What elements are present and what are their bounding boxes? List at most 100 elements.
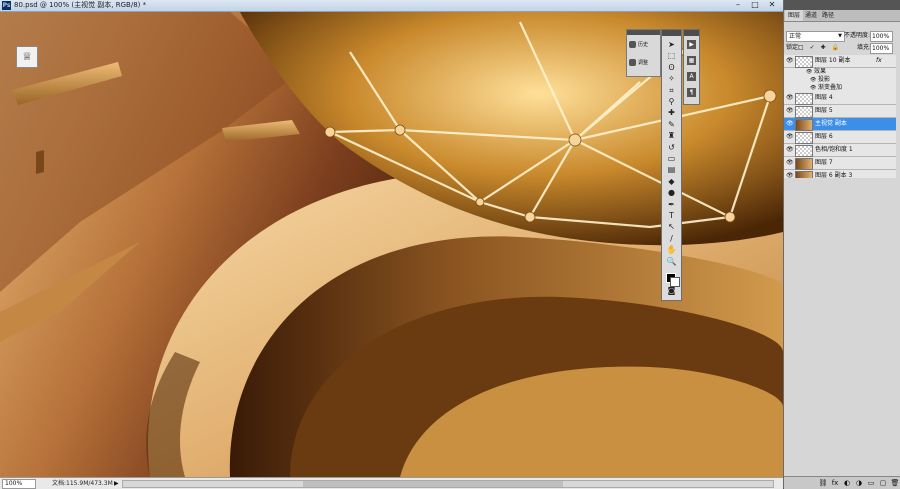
fill-label: 填充: — [857, 44, 872, 51]
pen-tool-icon[interactable]: ✒ — [666, 200, 677, 209]
scrollbar-thumb[interactable] — [303, 481, 563, 487]
opacity-field[interactable]: 100% — [870, 31, 893, 42]
brush-tool-icon[interactable]: ✎ — [666, 120, 677, 129]
layers-bottom-button[interactable]: ▭ — [866, 477, 876, 489]
move-tool-icon[interactable]: ➤ — [666, 40, 677, 49]
layers-bottom-button[interactable]: ▢ — [878, 477, 888, 489]
lock-options[interactable]: □ ✓ ✚ 🔒 — [798, 44, 841, 52]
tools-panel-header[interactable] — [662, 30, 681, 36]
layer-row[interactable]: 👁 图层 5 — [784, 105, 896, 118]
eye-icon[interactable]: 👁 — [786, 107, 794, 115]
layer-row[interactable]: 👁 色相/饱和度 1 — [784, 144, 896, 157]
photoshop-icon: Ps — [2, 1, 11, 10]
layer-thumbnail — [795, 56, 813, 68]
layers-bottom-button[interactable]: fx — [830, 477, 840, 489]
swatches-panel-icon[interactable]: ▦ — [687, 56, 696, 65]
mini-panel-header[interactable] — [627, 30, 660, 35]
eye-icon[interactable]: 👁 — [806, 68, 812, 76]
opacity-label: 不透明度: — [844, 32, 871, 39]
fx-icon[interactable]: fx — [876, 55, 882, 67]
layer-name: 图层 10 副本 — [815, 57, 851, 64]
history-icon — [629, 41, 636, 48]
layer-list-empty-area[interactable] — [784, 178, 900, 474]
eye-icon[interactable]: 👁 — [786, 159, 794, 167]
path-selection-tool-icon[interactable]: ↖ — [666, 222, 677, 231]
layer-row[interactable]: 👁 图层 7 — [784, 157, 896, 170]
maximize-button[interactable]: □ — [747, 1, 763, 10]
lasso-tool-icon[interactable]: ʘ — [666, 63, 677, 72]
gradient-tool-icon[interactable]: ▤ — [666, 165, 677, 174]
fill-field[interactable]: 100% — [870, 43, 893, 54]
crop-tool-icon[interactable]: ⌗ — [666, 86, 677, 95]
layer-thumbnail — [795, 93, 813, 105]
layer-name: 色相/饱和度 1 — [815, 146, 853, 153]
type-tool-icon[interactable]: T — [666, 211, 677, 220]
document-titlebar[interactable]: Ps 80.psd @ 100% (主视觉 副本, RGB/8) * – □ ✕ — [0, 0, 783, 12]
layer-row[interactable]: 👁 主视觉 副本 — [784, 118, 896, 131]
blend-mode-value: 正常 — [789, 33, 802, 40]
status-menu-arrow-icon[interactable]: ▶ — [114, 479, 119, 488]
layer-thumbnail — [795, 145, 813, 157]
tab-channels[interactable]: 通道 — [802, 10, 820, 21]
tab-paths[interactable]: 路径 — [819, 10, 837, 21]
dodge-tool-icon[interactable]: ● — [666, 188, 677, 197]
eyedropper-tool-icon[interactable]: ⚲ — [666, 97, 677, 106]
collapsed-panels-header[interactable] — [684, 30, 699, 36]
eye-icon[interactable]: 👁 — [810, 84, 816, 92]
layer-name: 图层 6 — [815, 133, 833, 140]
eye-icon[interactable]: 👁 — [786, 133, 794, 141]
effect-row[interactable]: 👁 渐变叠加 — [784, 84, 896, 92]
layers-tabs: 图层 通道 路径 — [784, 10, 900, 22]
paragraph-panel-icon[interactable]: ¶ — [687, 88, 696, 97]
adjustments-panel-button[interactable]: 调整 — [629, 58, 659, 68]
history-label: 历史 — [638, 42, 649, 48]
layer-name: 图层 5 — [815, 107, 833, 114]
character-panel-icon[interactable]: A — [687, 72, 696, 81]
clone-stamp-tool-icon[interactable]: ♜ — [666, 131, 677, 140]
horizontal-scrollbar[interactable] — [122, 480, 774, 488]
history-panel-button[interactable]: 历史 — [629, 40, 659, 50]
magic-wand-tool-icon[interactable]: ✧ — [666, 74, 677, 83]
history-brush-tool-icon[interactable]: ↺ — [666, 143, 677, 152]
blend-mode-select[interactable]: 正常 ▼ — [786, 31, 845, 42]
marquee-tool-icon[interactable]: ⬚ — [666, 51, 677, 60]
shape-tool-icon[interactable]: / — [666, 234, 677, 243]
blur-tool-icon[interactable]: ◆ — [666, 177, 677, 186]
layers-panel-header[interactable] — [784, 0, 900, 10]
eye-icon[interactable]: 👁 — [786, 94, 794, 102]
layers-bottom-toolbar: ⛓ fx ◐ ◑ ▭ ▢ 🗑 — [784, 476, 900, 489]
document-canvas[interactable]: ♕ 历史 调整 ➤ ⬚ ʘ ✧ ⌗ ⚲ ✚ ✎ ♜ ↺ ▭ ▤ ◆ ● ✒ T ↖ / ✋ 🔍 ◙ ▶ ▦ A ¶ — [0, 12, 783, 477]
layer-row[interactable]: 👁 图层 4 — [784, 92, 896, 105]
layer-row[interactable]: 👁 图层 6 — [784, 131, 896, 144]
eye-icon[interactable]: 👁 — [810, 76, 816, 84]
layer-list: 👁 图层 10 副本 fx 👁 效果 👁 投影 👁 渐变叠加 👁 图层 4 👁 图层 5 👁 主视觉 副本 👁… — [784, 55, 900, 183]
document-size: 文档:115.9M/473.3M — [52, 480, 113, 487]
layer-row[interactable]: 👁 图层 10 副本 fx — [784, 55, 896, 68]
layers-bottom-button[interactable]: ◑ — [854, 477, 864, 489]
eye-icon[interactable]: 👁 — [786, 120, 794, 128]
eye-icon[interactable]: 👁 — [786, 146, 794, 154]
layers-bottom-button[interactable]: 🗑 — [890, 477, 900, 489]
effects-row[interactable]: 👁 效果 — [784, 68, 896, 76]
tab-layers[interactable]: 图层 — [785, 10, 804, 21]
brush-preset-icon[interactable]: ♕ — [16, 46, 38, 68]
status-bar: 100% 文档:115.9M/473.3M ▶ — [0, 477, 783, 489]
tools-panel: ➤ ⬚ ʘ ✧ ⌗ ⚲ ✚ ✎ ♜ ↺ ▭ ▤ ◆ ● ✒ T ↖ / ✋ 🔍 ◙ — [661, 29, 682, 301]
quick-mask-icon[interactable]: ◙ — [666, 286, 677, 295]
layer-thumbnail — [795, 132, 813, 144]
adjust-icon — [629, 59, 636, 66]
minimize-button[interactable]: – — [730, 1, 746, 10]
close-button[interactable]: ✕ — [764, 1, 780, 10]
actions-panel-icon[interactable]: ▶ — [687, 40, 696, 49]
healing-brush-tool-icon[interactable]: ✚ — [666, 108, 677, 117]
eraser-tool-icon[interactable]: ▭ — [666, 154, 677, 163]
effect-name: 投影 — [818, 76, 831, 83]
eye-icon[interactable]: 👁 — [786, 57, 794, 65]
zoom-tool-icon[interactable]: 🔍 — [666, 257, 677, 266]
effect-row[interactable]: 👁 投影 — [784, 76, 896, 84]
layers-bottom-button[interactable]: ◐ — [842, 477, 852, 489]
layers-bottom-button[interactable]: ⛓ — [818, 477, 828, 489]
hand-tool-icon[interactable]: ✋ — [666, 245, 677, 254]
chevron-down-icon: ▼ — [838, 33, 842, 39]
mini-panel-dock: 历史 调整 — [626, 29, 661, 77]
